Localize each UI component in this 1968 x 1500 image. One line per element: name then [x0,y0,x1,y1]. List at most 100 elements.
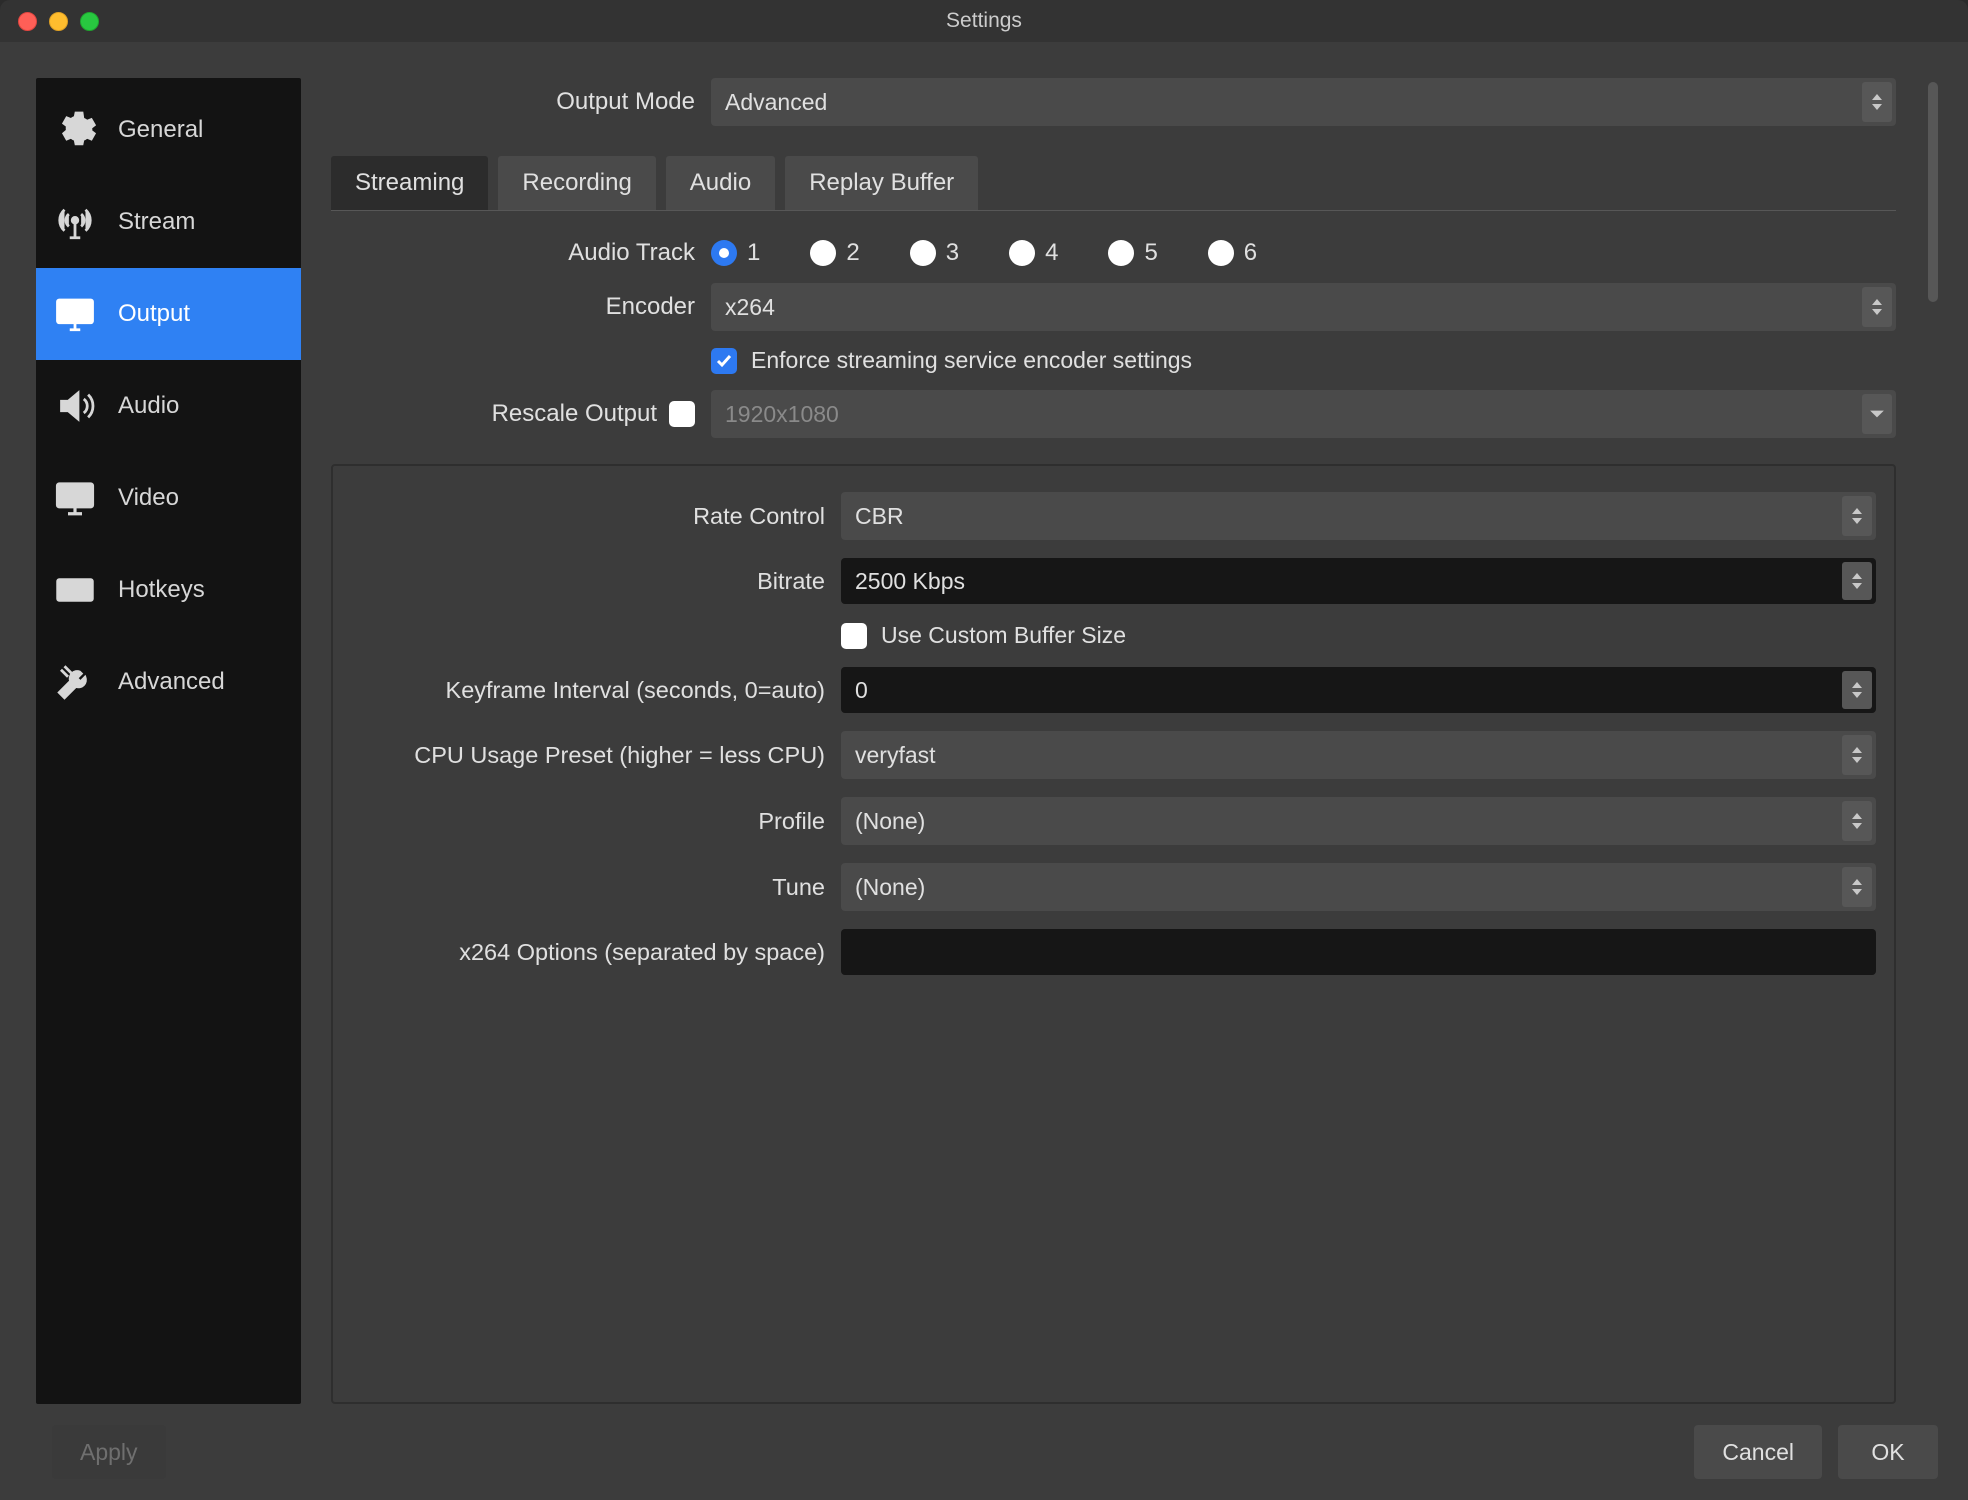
keyboard-icon [50,565,100,615]
tab-label: Recording [522,169,631,196]
stepper-icon [1842,671,1872,709]
encoder-settings-panel: Rate Control CBR Bitrate 2500 Kbps [331,464,1896,1404]
sidebar-item-label: Audio [118,392,179,420]
sidebar-item-hotkeys[interactable]: Hotkeys [36,544,301,636]
rescale-label: Rescale Output [492,400,657,428]
sidebar-item-general[interactable]: General [36,84,301,176]
sidebar-item-label: Output [118,300,190,328]
radio-label: 2 [846,239,859,267]
tab-replay-buffer[interactable]: Replay Buffer [785,156,978,210]
x264-options-input[interactable] [841,929,1876,975]
window-controls [0,12,99,31]
sidebar-item-label: Advanced [118,668,225,696]
cpu-preset-dropdown[interactable]: veryfast [841,731,1876,779]
content-scrollbar[interactable] [1926,78,1940,1404]
stepper-icon [1862,82,1892,122]
button-label: OK [1871,1439,1904,1466]
profile-value: (None) [855,808,925,835]
rescale-row: Rescale Output 1920x1080 [331,390,1896,438]
ok-button[interactable]: OK [1838,1425,1938,1479]
cpu-preset-row: CPU Usage Preset (higher = less CPU) ver… [351,731,1876,779]
tab-label: Audio [690,169,751,196]
audio-track-radio-6[interactable] [1208,240,1234,266]
sidebar-item-label: General [118,116,203,144]
gear-icon [50,105,100,155]
rescale-checkbox[interactable] [669,401,695,427]
radio-label: 5 [1144,239,1157,267]
tab-streaming[interactable]: Streaming [331,156,488,210]
chevron-down-icon [1862,394,1892,434]
radio-label: 6 [1244,239,1257,267]
profile-dropdown[interactable]: (None) [841,797,1876,845]
keyframe-value: 0 [855,677,868,704]
output-mode-row: Output Mode Advanced [331,78,1896,126]
button-label: Cancel [1722,1439,1794,1466]
rescale-dropdown[interactable]: 1920x1080 [711,390,1896,438]
output-mode-value: Advanced [725,89,827,116]
enforce-checkbox[interactable] [711,348,737,374]
cancel-button[interactable]: Cancel [1694,1425,1822,1479]
tab-recording[interactable]: Recording [498,156,655,210]
sidebar-item-advanced[interactable]: Advanced [36,636,301,728]
antenna-icon [50,197,100,247]
keyframe-label: Keyframe Interval (seconds, 0=auto) [351,677,841,704]
stepper-icon [1842,496,1872,536]
monitor-arrow-icon [50,289,100,339]
bitrate-label: Bitrate [351,568,841,595]
keyframe-input[interactable]: 0 [841,667,1876,713]
titlebar: Settings [0,0,1968,42]
audio-track-radio-4[interactable] [1009,240,1035,266]
rate-control-value: CBR [855,503,904,530]
encoder-value: x264 [725,294,775,321]
encoder-dropdown[interactable]: x264 [711,283,1896,331]
sidebar-item-label: Stream [118,208,195,236]
keyframe-row: Keyframe Interval (seconds, 0=auto) 0 [351,667,1876,713]
tune-dropdown[interactable]: (None) [841,863,1876,911]
sidebar-item-label: Video [118,484,179,512]
close-window-button[interactable] [18,12,37,31]
output-mode-dropdown[interactable]: Advanced [711,78,1896,126]
enforce-row: Enforce streaming service encoder settin… [331,347,1896,374]
apply-button[interactable]: Apply [52,1425,166,1479]
output-tabs: Streaming Recording Audio Replay Buffer [331,156,1896,211]
rescale-placeholder: 1920x1080 [725,401,839,428]
profile-row: Profile (None) [351,797,1876,845]
tune-row: Tune (None) [351,863,1876,911]
stepper-icon [1842,735,1872,775]
sidebar-item-stream[interactable]: Stream [36,176,301,268]
settings-main: Output Mode Advanced Streaming Recording… [331,78,1896,1404]
encoder-label: Encoder [331,293,711,321]
sidebar-item-audio[interactable]: Audio [36,360,301,452]
custom-buffer-checkbox[interactable] [841,623,867,649]
tab-label: Replay Buffer [809,169,954,196]
sidebar-item-label: Hotkeys [118,576,205,604]
custom-buffer-label: Use Custom Buffer Size [881,622,1126,649]
audio-track-row: Audio Track 1 2 3 4 5 6 [331,239,1896,267]
scrollbar-thumb[interactable] [1928,82,1938,302]
audio-track-label: Audio Track [331,239,711,267]
custom-buffer-row: Use Custom Buffer Size [351,622,1876,649]
audio-track-radio-5[interactable] [1108,240,1134,266]
minimize-window-button[interactable] [49,12,68,31]
bitrate-input[interactable]: 2500 Kbps [841,558,1876,604]
stepper-icon [1842,867,1872,907]
rate-control-dropdown[interactable]: CBR [841,492,1876,540]
audio-track-radio-3[interactable] [910,240,936,266]
tune-value: (None) [855,874,925,901]
button-label: Apply [80,1439,138,1466]
encoder-row: Encoder x264 [331,283,1896,331]
audio-track-radio-1[interactable] [711,240,737,266]
cpu-preset-label: CPU Usage Preset (higher = less CPU) [351,742,841,769]
tab-audio[interactable]: Audio [666,156,775,210]
maximize-window-button[interactable] [80,12,99,31]
cpu-preset-value: veryfast [855,742,936,769]
tools-icon [50,657,100,707]
rate-control-row: Rate Control CBR [351,492,1876,540]
rate-control-label: Rate Control [351,503,841,530]
speaker-icon [50,381,100,431]
sidebar-item-output[interactable]: Output [36,268,301,360]
sidebar-item-video[interactable]: Video [36,452,301,544]
settings-footer: Apply Cancel OK [0,1404,1968,1500]
audio-track-radio-2[interactable] [810,240,836,266]
radio-label: 3 [946,239,959,267]
